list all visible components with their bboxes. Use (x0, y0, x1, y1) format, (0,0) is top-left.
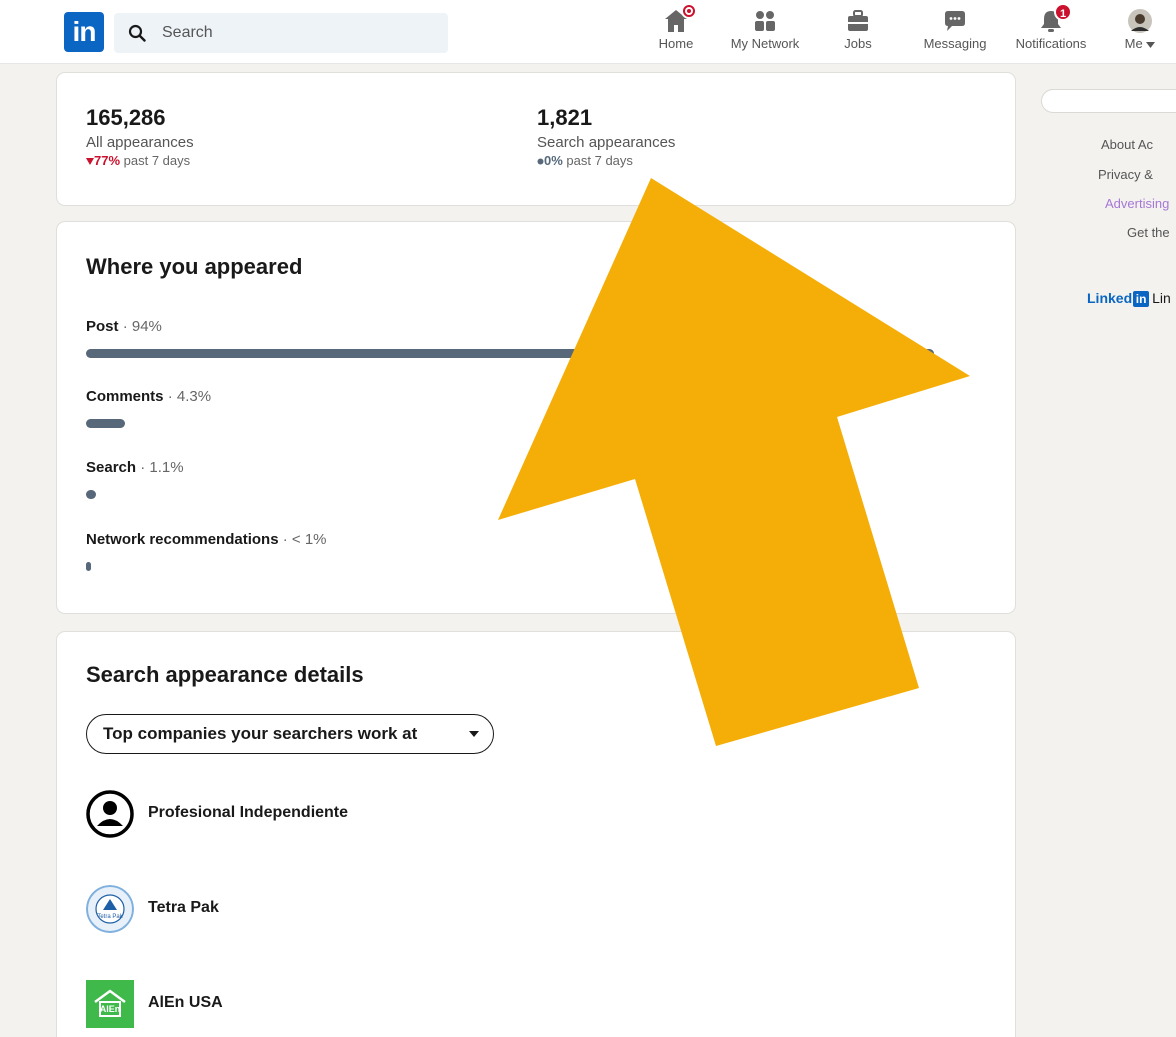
footer-link-about[interactable]: About Ac (1101, 137, 1153, 152)
notification-dot (681, 3, 697, 19)
where-row-network-recommendations: Network recommendations · < 1% (86, 531, 988, 571)
search-appearances-trend: 0% past 7 days (537, 153, 675, 168)
search-appearances-stat[interactable]: 1,821 Search appearances 0% past 7 days (537, 105, 675, 168)
appearances-summary-card: 165,286 All appearances 77% past 7 days … (57, 73, 1015, 205)
nav-item-home[interactable]: Home (652, 3, 700, 60)
dropdown-label: Top companies your searchers work at (103, 724, 418, 743)
where-row-value: < 1% (291, 531, 327, 548)
linkedin-logo[interactable]: in (64, 12, 104, 52)
bell-icon: 1 (1038, 3, 1072, 34)
all-appearances-period: past 7 days (123, 153, 191, 168)
company-name: Profesional Independiente (148, 804, 349, 821)
company-item[interactable]: Profesional Independiente (86, 790, 686, 838)
search-appearance-details-title: Search appearance details (86, 662, 364, 687)
footer-link-get-app[interactable]: Get the (1127, 225, 1170, 240)
nav-label-home: Home (658, 36, 694, 51)
nav-item-my-network[interactable]: My Network (722, 4, 808, 60)
company-name: Tetra Pak (148, 899, 219, 916)
where-you-appeared-title: Where you appeared (86, 254, 303, 279)
nav-label-notifications: Notifications (1015, 36, 1087, 51)
trend-neutral-icon (537, 158, 544, 165)
where-row-post: Post · 94% (86, 318, 988, 358)
nav-item-messaging[interactable]: Messaging (918, 4, 992, 60)
nav-label-messaging: Messaging (923, 36, 987, 51)
linkedin-mini-logo: in (1133, 291, 1150, 307)
where-bar-network-recommendations (86, 562, 91, 571)
search-icon (128, 24, 146, 42)
notification-count-badge: 1 (1054, 3, 1072, 21)
svg-text:Tetra Pak: Tetra Pak (97, 914, 123, 920)
caret-down-icon (1146, 41, 1156, 48)
where-bar-comments (86, 419, 125, 428)
where-row-value: 4.3% (176, 388, 212, 405)
where-row-search: Search · 1.1% (86, 459, 988, 499)
search-appearance-details-card: Search appearance details Top companies … (57, 632, 1015, 1037)
alen-logo: AlEn (86, 980, 134, 1028)
trend-down-icon (86, 158, 94, 166)
all-appearances-change: 77% (94, 153, 121, 168)
avatar-icon (1127, 8, 1153, 34)
nav-label-my-network: My Network (730, 36, 800, 51)
search-input[interactable] (162, 13, 442, 53)
search-appearances-change: 0% (544, 153, 563, 168)
search-appearances-period: past 7 days (566, 153, 633, 168)
footer-link-advertising[interactable]: Advertising (1105, 196, 1169, 211)
where-row-name: Comments (86, 388, 164, 405)
where-bar-post (86, 349, 934, 358)
top-navigation: in Home My Network (0, 0, 1176, 64)
company-item[interactable]: AlEn AlEn USA (86, 980, 686, 1028)
where-you-appeared-card: Where you appeared Post · 94% Comments ·… (57, 222, 1015, 613)
where-row-value: 1.1% (149, 459, 184, 476)
nav-item-notifications[interactable]: 1 Notifications (1008, 3, 1094, 60)
where-row-name: Search (86, 459, 137, 476)
caret-down-icon (469, 731, 479, 737)
nav-label-jobs: Jobs (844, 36, 872, 51)
where-row-name: Network recommendations (86, 531, 279, 548)
all-appearances-stat[interactable]: 165,286 All appearances 77% past 7 days (86, 105, 194, 168)
search-appearances-value: 1,821 (537, 105, 593, 130)
linkedin-footer-brand: Linked in Lin (1087, 290, 1171, 307)
home-icon (663, 3, 697, 34)
nav-label-me: Me (1120, 36, 1160, 51)
tetra-pak-logo: Tetra Pak (86, 885, 134, 933)
briefcase-icon (845, 8, 871, 34)
nav-item-jobs[interactable]: Jobs (838, 4, 878, 60)
all-appearances-trend: 77% past 7 days (86, 153, 194, 168)
where-bar-search (86, 490, 96, 499)
companies-filter-dropdown[interactable]: Top companies your searchers work at (86, 714, 494, 754)
nav-item-me[interactable]: Me (1120, 4, 1160, 60)
company-item[interactable]: Tetra Pak Tetra Pak (86, 885, 686, 933)
all-appearances-value: 165,286 (86, 105, 166, 130)
where-row-value: 94% (131, 318, 162, 335)
search-bar[interactable] (114, 13, 448, 53)
company-name: AlEn USA (148, 994, 223, 1011)
all-appearances-label: All appearances (86, 134, 194, 151)
person-icon (86, 790, 134, 838)
where-row-comments: Comments · 4.3% (86, 388, 988, 428)
chat-icon (942, 8, 968, 34)
where-row-name: Post (86, 318, 119, 335)
people-icon (752, 8, 778, 34)
right-rail-ad-slot (1042, 90, 1176, 112)
search-appearances-label: Search appearances (537, 134, 676, 151)
svg-text:AlEn: AlEn (100, 1004, 121, 1014)
footer-link-privacy[interactable]: Privacy & (1098, 167, 1153, 182)
